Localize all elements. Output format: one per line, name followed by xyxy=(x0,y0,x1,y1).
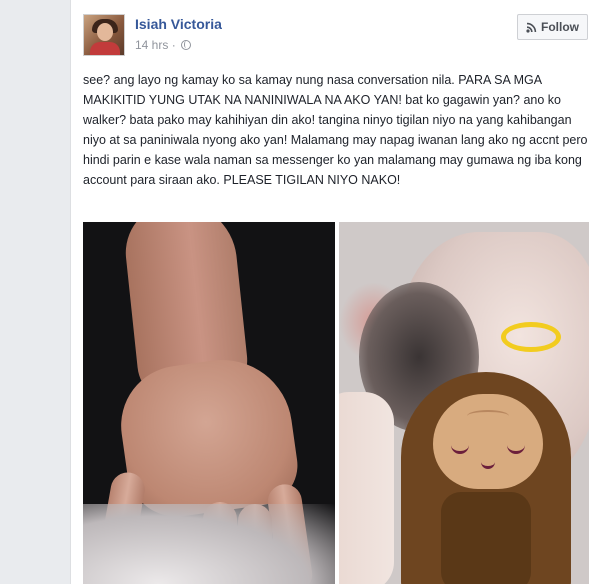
finger-shape xyxy=(339,392,394,584)
avatar-face xyxy=(97,23,113,41)
post-body-text: see? ang layo ng kamay ko sa kamay nung … xyxy=(83,73,591,187)
post-header: Isiah Victoria 14 hrs · Follow xyxy=(83,12,588,60)
post-card: Isiah Victoria 14 hrs · Follow see? ang … xyxy=(70,0,600,584)
monk-mouth xyxy=(481,460,495,469)
avatar-shirt xyxy=(90,42,120,55)
monk-brow xyxy=(467,410,509,422)
halo-icon xyxy=(501,322,561,352)
monk-sticker-icon xyxy=(401,372,571,584)
photo-grid xyxy=(83,222,589,584)
follow-label: Follow xyxy=(541,20,579,34)
photo-hand[interactable] xyxy=(83,222,335,584)
follow-button[interactable]: Follow xyxy=(517,14,588,40)
cloth-shape xyxy=(83,504,335,584)
avatar[interactable] xyxy=(83,14,125,56)
rss-icon xyxy=(526,22,537,33)
post-meta: 14 hrs · xyxy=(135,38,192,52)
globe-icon xyxy=(181,40,192,50)
monk-eye xyxy=(451,442,469,454)
monk-eye xyxy=(507,442,525,454)
author-name[interactable]: Isiah Victoria xyxy=(135,16,222,32)
meta-separator: · xyxy=(171,38,176,52)
photo-redacted[interactable] xyxy=(339,222,589,584)
monk-robe xyxy=(441,492,531,584)
monk-face xyxy=(433,394,543,489)
post-timestamp[interactable]: 14 hrs xyxy=(135,38,168,52)
